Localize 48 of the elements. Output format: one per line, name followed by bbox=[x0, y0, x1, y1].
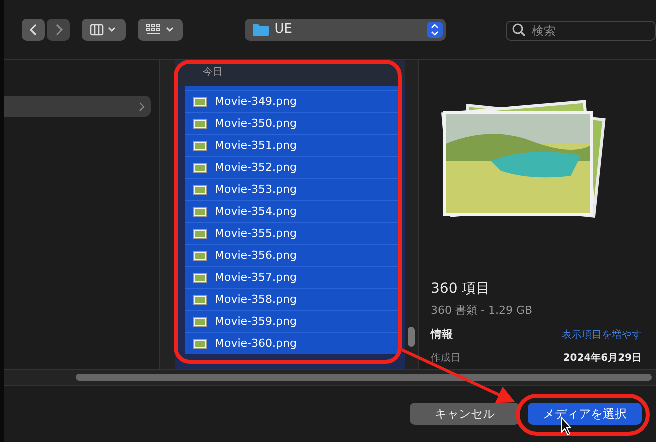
image-file-icon bbox=[193, 96, 207, 106]
image-file-icon bbox=[193, 294, 207, 304]
folder-icon bbox=[252, 23, 269, 36]
field-label: 作成日 bbox=[431, 352, 461, 365]
image-file-icon bbox=[193, 272, 207, 282]
info-heading: 情報 bbox=[431, 327, 453, 342]
image-file-icon bbox=[193, 118, 207, 128]
select-button[interactable]: メディアを選択 bbox=[528, 403, 642, 425]
file-row[interactable]: Movie-355.png bbox=[185, 222, 399, 244]
file-row[interactable]: Movie-349.png bbox=[185, 90, 399, 112]
scrollbar-thumb[interactable] bbox=[408, 327, 415, 347]
chevron-left-icon bbox=[28, 22, 38, 36]
file-row[interactable]: Movie-352.png bbox=[185, 156, 399, 178]
file-row[interactable]: Movie-360.png bbox=[185, 332, 399, 354]
image-file-icon bbox=[193, 206, 207, 216]
image-file-icon bbox=[193, 250, 207, 260]
image-file-icon bbox=[193, 184, 207, 194]
file-row[interactable]: Movie-354.png bbox=[185, 200, 399, 222]
search-icon bbox=[512, 22, 526, 36]
image-file-icon bbox=[193, 162, 207, 172]
file-row[interactable]: Movie-353.png bbox=[185, 178, 399, 200]
forward-button[interactable] bbox=[47, 18, 70, 40]
item-count: 360 項目 bbox=[431, 280, 492, 298]
chevron-right-icon bbox=[139, 102, 145, 112]
file-row[interactable]: Movie-358.png bbox=[185, 288, 399, 310]
grid-icon bbox=[146, 24, 176, 36]
group-button[interactable] bbox=[138, 18, 183, 40]
field-value: 2024年6月29日 bbox=[563, 352, 642, 365]
columns-view-icon bbox=[90, 24, 118, 36]
item-summary: 360 書類 - 1.29 GB bbox=[431, 303, 534, 318]
show-more-link[interactable]: 表示項目を増やす bbox=[562, 328, 642, 342]
search-field[interactable]: 検索 bbox=[506, 20, 656, 40]
location-dropdown[interactable]: UE bbox=[244, 18, 446, 40]
image-file-icon bbox=[193, 338, 207, 348]
file-row[interactable]: Movie-356.png bbox=[185, 244, 399, 266]
file-row[interactable]: Movie-350.png bbox=[185, 112, 399, 134]
stepper-icon bbox=[426, 22, 443, 38]
view-mode-button[interactable] bbox=[82, 18, 126, 40]
image-file-icon bbox=[193, 228, 207, 238]
back-button[interactable] bbox=[22, 18, 45, 40]
image-file-icon bbox=[193, 316, 207, 326]
file-row[interactable]: Movie-357.png bbox=[185, 266, 399, 288]
image-file-icon bbox=[193, 140, 207, 150]
file-row[interactable]: Movie-359.png bbox=[185, 310, 399, 332]
cancel-button[interactable]: キャンセル bbox=[410, 403, 520, 425]
scrollbar-thumb[interactable] bbox=[76, 374, 652, 381]
chevron-right-icon bbox=[54, 22, 64, 36]
file-row[interactable]: Movie-351.png bbox=[185, 134, 399, 156]
